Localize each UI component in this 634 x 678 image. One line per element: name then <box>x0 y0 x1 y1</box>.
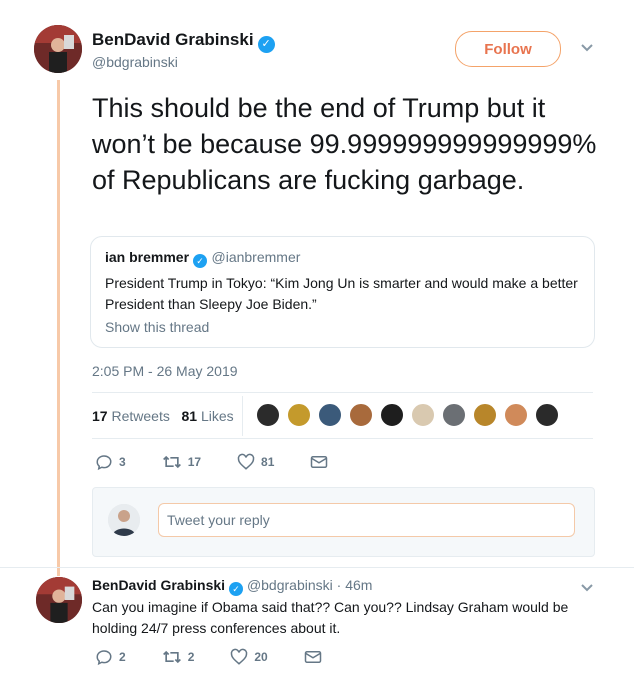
quoted-tweet[interactable]: ian bremmer ✓ @ianbremmer President Trump… <box>90 236 595 348</box>
like-action[interactable]: 81 <box>237 453 274 471</box>
quoted-tweet-text: President Trump in Tokyo: “Kim Jong Un i… <box>105 275 578 312</box>
author-name[interactable]: BenDavid Grabinski <box>92 30 254 49</box>
reply-text: Can you imagine if Obama said that?? Can… <box>92 599 569 636</box>
like-count: 81 <box>261 455 275 469</box>
reply-count: 2 <box>119 650 126 664</box>
divider <box>0 567 634 568</box>
envelope-icon <box>304 651 321 663</box>
verified-icon: ✓ <box>193 254 208 268</box>
tweet-stats: 17 Retweets 81 Likes <box>92 408 234 424</box>
reply-author-handle[interactable]: @bdgrabinski <box>247 577 333 593</box>
like-action[interactable]: 20 <box>230 648 268 666</box>
retweet-icon <box>162 455 181 469</box>
likes-label: Likes <box>200 408 234 424</box>
tweet-actions: 3 17 81 <box>95 453 364 471</box>
retweet-action[interactable]: 17 <box>162 453 201 471</box>
liker-avatar[interactable] <box>256 403 280 427</box>
quoted-author-handle: @ianbremmer <box>211 249 301 265</box>
retweets-label: Retweets <box>111 408 170 424</box>
reply-input[interactable]: Tweet your reply <box>158 503 575 537</box>
show-thread-link[interactable]: Show this thread <box>105 319 580 335</box>
avatar-image <box>34 25 82 73</box>
retweet-count: 2 <box>187 650 195 664</box>
heart-icon <box>231 648 248 665</box>
stats-separator <box>242 396 243 436</box>
liker-avatar[interactable] <box>380 403 404 427</box>
likes-count: 81 <box>181 408 198 424</box>
divider <box>92 438 593 439</box>
avatar-image <box>36 577 82 623</box>
likers-avatars <box>256 403 566 427</box>
envelope-icon <box>311 456 328 468</box>
thread-line <box>57 80 60 576</box>
liker-avatar[interactable] <box>535 403 559 427</box>
direct-message-action[interactable] <box>310 454 334 470</box>
current-user-avatar <box>108 504 140 536</box>
author-header: BenDavid Grabinski ✓ <box>92 30 275 53</box>
quoted-author-name: ian bremmer <box>105 249 190 265</box>
like-count: 20 <box>254 650 268 664</box>
verified-icon: ✓ <box>257 36 275 53</box>
reply-author-name[interactable]: BenDavid Grabinski <box>92 577 225 593</box>
chevron-down-icon[interactable] <box>580 40 594 58</box>
retweet-icon <box>162 650 181 664</box>
reply-time[interactable]: 46m <box>345 577 372 593</box>
liker-avatar[interactable] <box>411 403 435 427</box>
author-handle[interactable]: @bdgrabinski <box>92 54 178 70</box>
likes-stat[interactable]: 81 Likes <box>182 408 234 424</box>
divider <box>92 392 593 393</box>
follow-button[interactable]: Follow <box>455 31 561 67</box>
direct-message-action[interactable] <box>304 649 328 665</box>
avatar-image <box>108 504 140 536</box>
liker-avatar[interactable] <box>442 403 466 427</box>
retweets-stat[interactable]: 17 Retweets <box>92 408 170 424</box>
reply-action[interactable]: 3 <box>95 453 126 471</box>
tweet-text: This should be the end of Trump but it w… <box>92 93 597 195</box>
tweet-timestamp[interactable]: 2:05 PM - 26 May 2019 <box>92 363 238 379</box>
liker-avatar[interactable] <box>318 403 342 427</box>
reply-actions: 2 2 20 <box>95 648 358 666</box>
reply-separator: · <box>336 577 342 593</box>
liker-avatar[interactable] <box>349 403 373 427</box>
reply-action[interactable]: 2 <box>95 648 126 666</box>
reply-header: BenDavid Grabinski ✓ @bdgrabinski · 46m <box>92 577 372 596</box>
verified-icon: ✓ <box>229 582 244 596</box>
reply-icon <box>96 650 112 666</box>
reply-icon <box>96 455 112 471</box>
reply-count: 3 <box>119 455 126 469</box>
author-avatar[interactable] <box>34 25 82 73</box>
retweets-count: 17 <box>92 408 108 424</box>
liker-avatar[interactable] <box>504 403 528 427</box>
reply-author-avatar[interactable] <box>36 577 82 623</box>
chevron-down-icon[interactable] <box>580 580 594 598</box>
liker-avatar[interactable] <box>473 403 497 427</box>
retweet-count: 17 <box>187 455 202 469</box>
heart-icon <box>237 453 255 470</box>
liker-avatar[interactable] <box>287 403 311 427</box>
retweet-action[interactable]: 2 <box>162 648 195 666</box>
